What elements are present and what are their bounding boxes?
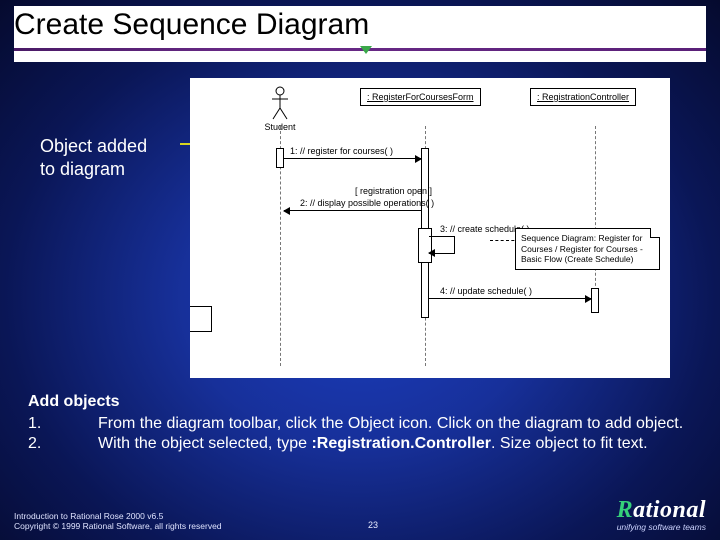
- self-message-loop: [429, 236, 455, 254]
- step-1-text: From the diagram toolbar, click the Obje…: [98, 414, 700, 434]
- body-text: Add objects 1. From the diagram toolbar,…: [28, 392, 700, 454]
- callout-label: Object added to diagram: [40, 135, 147, 180]
- guard-condition: [ registration open ]: [355, 186, 432, 196]
- footer-left: Introduction to Rational Rose 2000 v6.5 …: [14, 511, 222, 532]
- object-box-controller: : RegistrationController: [530, 88, 636, 106]
- note-text: Sequence Diagram: Register for Courses /…: [521, 233, 643, 264]
- brand-name: Rational: [617, 497, 706, 524]
- step-2: 2. With the object selected, type :Regis…: [28, 434, 700, 454]
- slide-number: 23: [368, 520, 378, 530]
- title-area: Create Sequence Diagram: [0, 0, 720, 62]
- footer-line2: Copyright © 1999 Rational Software, all …: [14, 521, 222, 532]
- step-1: 1. From the diagram toolbar, click the O…: [28, 414, 700, 434]
- step-2-text-a: With the object selected, type: [98, 435, 311, 452]
- underline-arrow-icon: [360, 46, 372, 54]
- arrow-4: [429, 298, 591, 299]
- edge-stub: [190, 306, 212, 332]
- arrow-2: [284, 210, 421, 211]
- sequence-diagram: Student : RegisterForCoursesForm : Regis…: [190, 78, 670, 378]
- message-4: 4: // update schedule( ): [440, 286, 532, 296]
- message-2: 2: // display possible operations( ): [300, 198, 434, 208]
- step-2-bold: :Registration.Controller: [311, 435, 491, 452]
- actor-icon: [270, 86, 290, 120]
- body-heading: Add objects: [28, 392, 700, 412]
- brand-tagline: unifying software teams: [617, 522, 706, 532]
- message-1: 1: // register for courses( ): [290, 146, 393, 156]
- brand-accent: R: [617, 497, 634, 523]
- arrow-1: [284, 158, 421, 159]
- brand-rest: ational: [633, 497, 706, 523]
- lifeline-controller: [595, 126, 596, 296]
- diagram-note: Sequence Diagram: Register for Courses /…: [515, 228, 660, 270]
- object-box-form: : RegisterForCoursesForm: [360, 88, 481, 106]
- step-2-text: With the object selected, type :Registra…: [98, 434, 700, 454]
- title-underline: [14, 48, 706, 62]
- note-fold-icon: [650, 228, 660, 238]
- step-1-number: 1.: [28, 414, 98, 434]
- slide-title: Create Sequence Diagram: [14, 6, 706, 48]
- callout-line1: Object added: [40, 135, 147, 158]
- brand-logo: Rational unifying software teams: [617, 497, 706, 532]
- step-2-text-b: . Size object to fit text.: [491, 435, 648, 452]
- footer-line1: Introduction to Rational Rose 2000 v6.5: [14, 511, 222, 522]
- callout-line2: to diagram: [40, 158, 147, 181]
- activation-controller: [591, 288, 599, 313]
- activation-actor: [276, 148, 284, 168]
- step-2-number: 2.: [28, 434, 98, 454]
